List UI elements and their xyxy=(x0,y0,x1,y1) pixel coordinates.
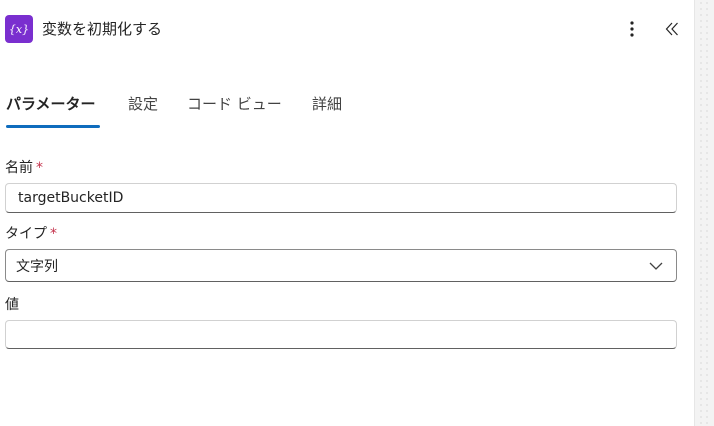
variable-braces-icon: {x} xyxy=(5,15,33,43)
action-title: 変数を初期化する xyxy=(42,20,163,38)
value-input[interactable] xyxy=(5,320,677,349)
name-input-value: targetBucketID xyxy=(18,190,124,206)
more-vertical-icon xyxy=(630,21,634,37)
tab-details[interactable]: 詳細 xyxy=(312,93,342,115)
chevron-down-icon xyxy=(649,262,663,270)
tab-list: パラメーター 設定 コード ビュー 詳細 xyxy=(0,88,694,132)
name-label-text: 名前 xyxy=(5,160,33,176)
name-input[interactable]: targetBucketID xyxy=(5,183,677,213)
type-label-text: タイプ xyxy=(5,226,47,242)
svg-text:{x}: {x} xyxy=(9,23,29,36)
type-dropdown[interactable]: 文字列 xyxy=(5,249,677,282)
tab-parameters[interactable]: パラメーター xyxy=(6,93,96,115)
active-tab-indicator xyxy=(6,125,100,128)
double-chevron-left-icon xyxy=(665,22,678,36)
panel-header: {x} 変数を初期化する xyxy=(0,0,694,58)
scroll-track xyxy=(698,0,712,426)
type-selected-value: 文字列 xyxy=(16,258,58,275)
panel-scroll-area[interactable] xyxy=(694,0,714,426)
tab-code-view[interactable]: コード ビュー xyxy=(187,93,282,115)
braces-glyph: {x} xyxy=(9,23,29,36)
action-details-panel: {x} 変数を初期化する パラメーター 設定 コード ビュー 詳細 名前 * t… xyxy=(0,0,694,426)
name-label: 名前 * xyxy=(5,158,43,178)
type-label: タイプ * xyxy=(5,224,57,244)
tab-settings[interactable]: 設定 xyxy=(128,93,158,115)
required-mark: * xyxy=(36,160,43,176)
value-label-text: 値 xyxy=(5,297,19,313)
collapse-panel-button[interactable] xyxy=(660,17,684,41)
more-options-button[interactable] xyxy=(620,17,644,41)
required-mark: * xyxy=(50,226,57,242)
value-label: 値 xyxy=(5,295,19,315)
